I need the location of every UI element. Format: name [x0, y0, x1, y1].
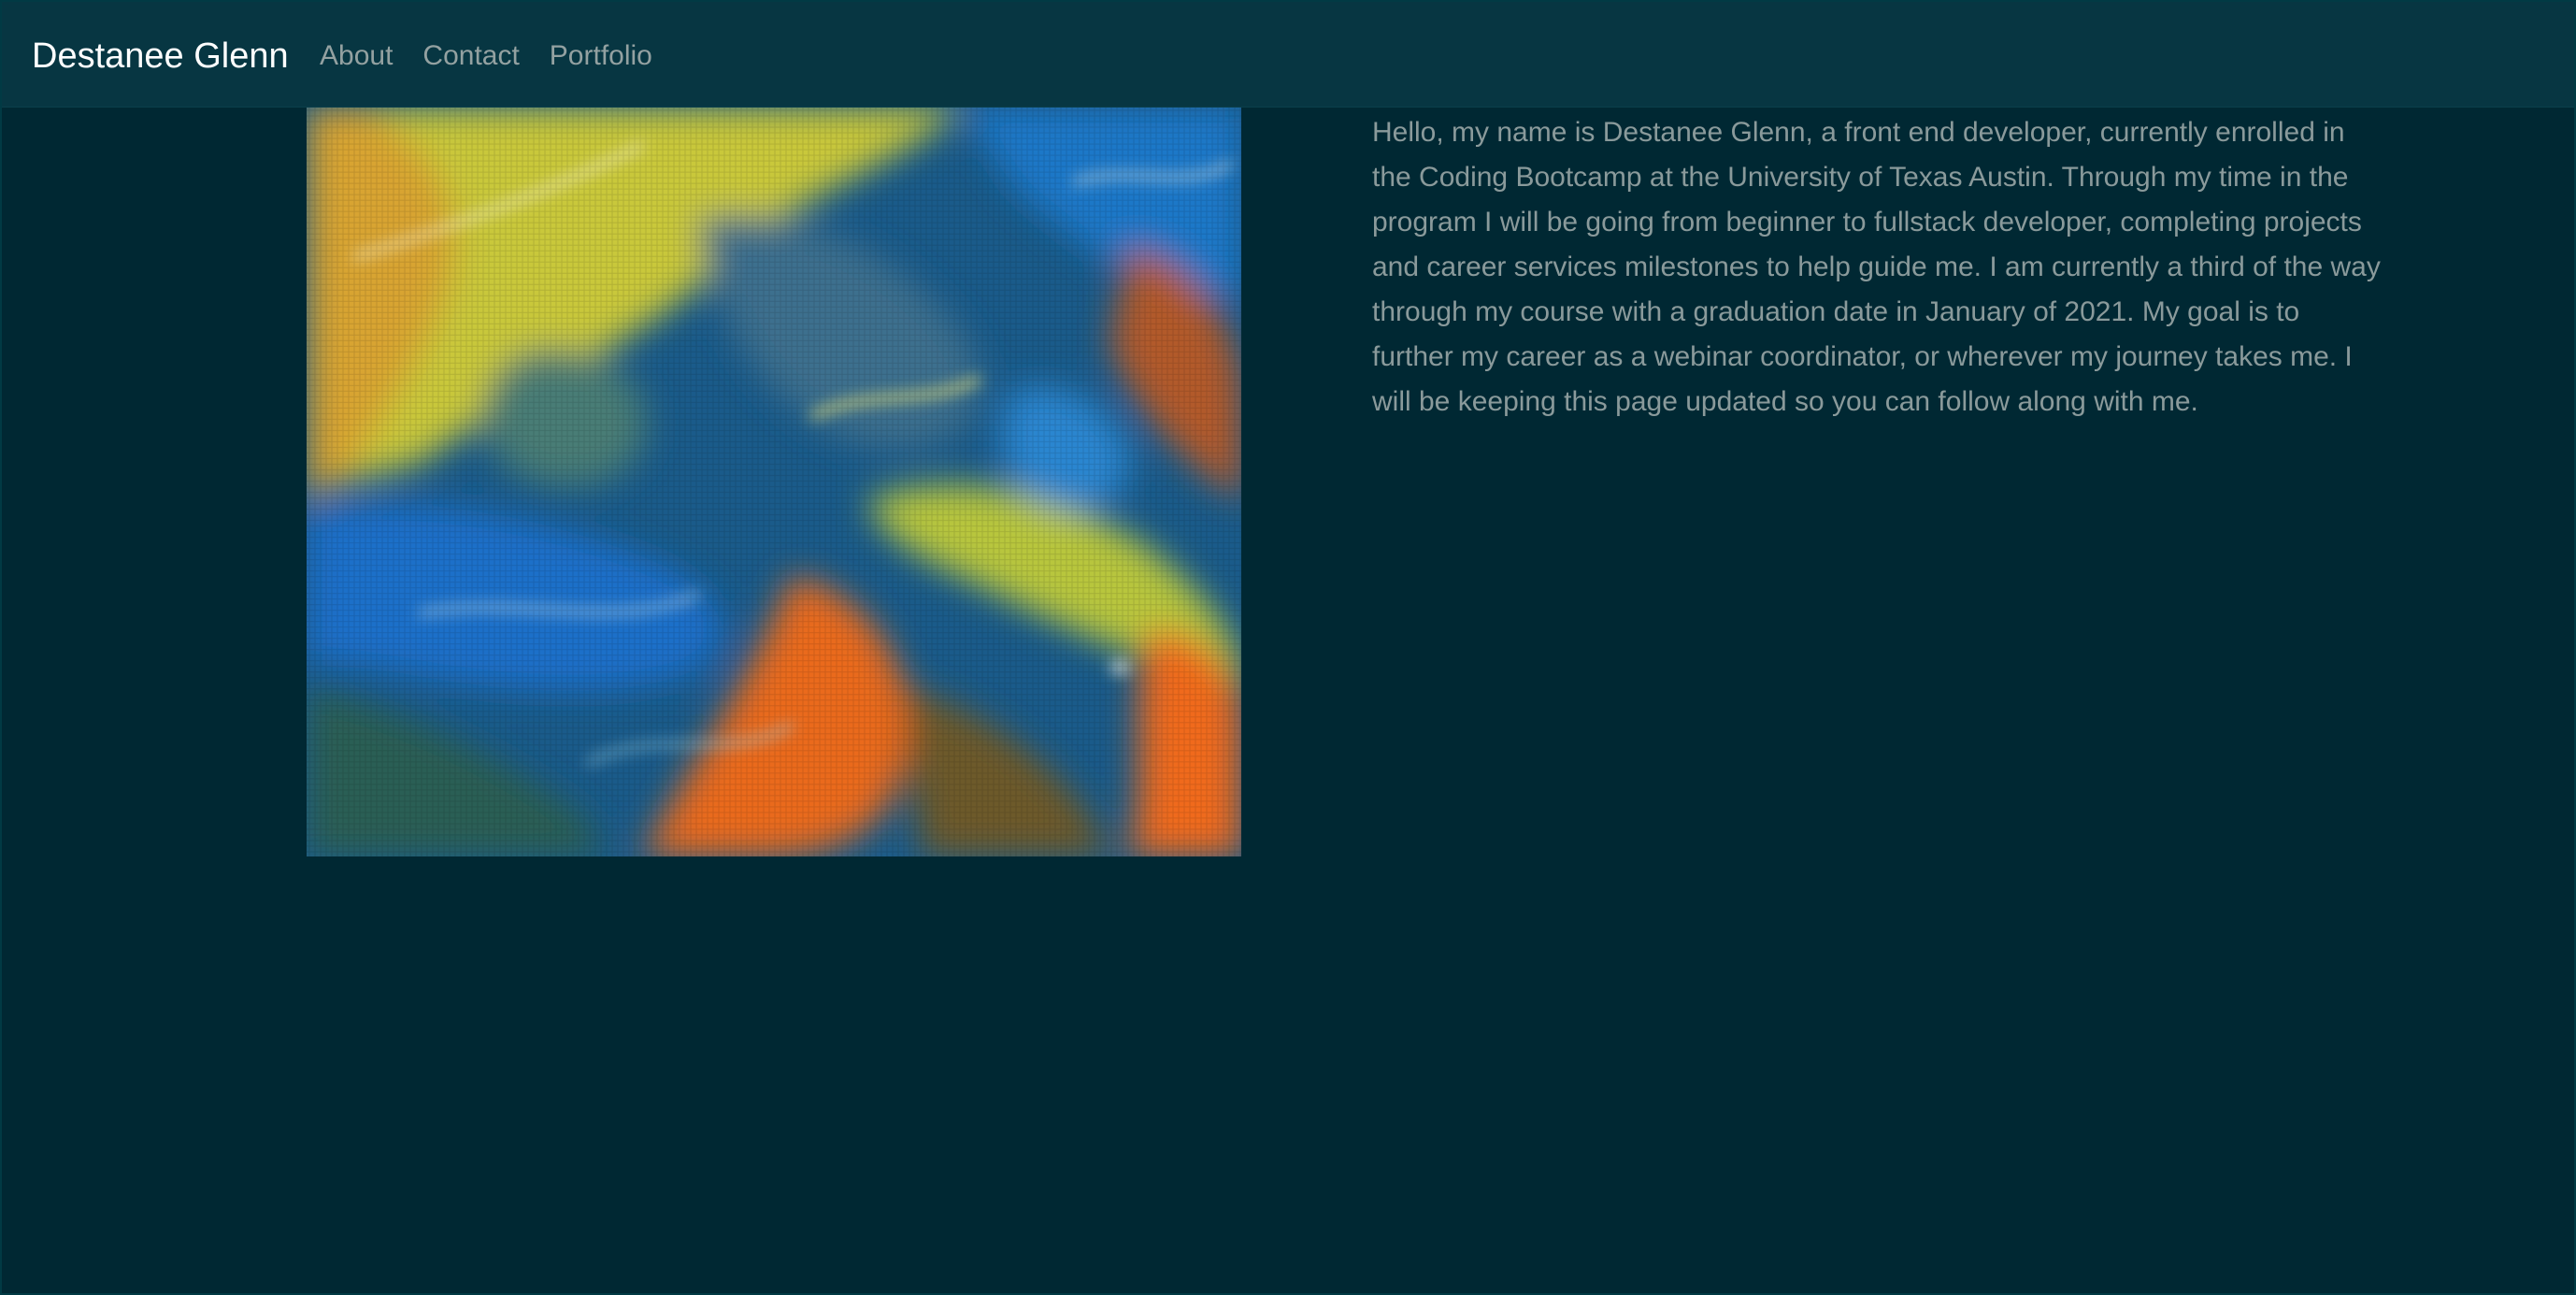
nav-link-portfolio[interactable]: Portfolio	[535, 2, 667, 110]
brand-link[interactable]: Destanee Glenn	[32, 2, 289, 110]
nav-links: About Contact Portfolio	[320, 2, 667, 110]
nav-item-portfolio: Portfolio	[535, 2, 667, 110]
navbar: Destanee Glenn About Contact Portfolio	[2, 2, 2574, 108]
abstract-painting-image	[307, 108, 1241, 856]
nav-item-about: About	[320, 2, 408, 110]
nav-link-contact[interactable]: Contact	[408, 2, 534, 110]
nav-item-contact: Contact	[408, 2, 534, 110]
nav-link-about[interactable]: About	[320, 2, 408, 110]
bio-paragraph: Hello, my name is Destanee Glenn, a fron…	[1372, 117, 2381, 417]
painting-artwork	[307, 108, 1241, 856]
page: Destanee Glenn About Contact Portfolio H…	[0, 0, 2576, 1295]
